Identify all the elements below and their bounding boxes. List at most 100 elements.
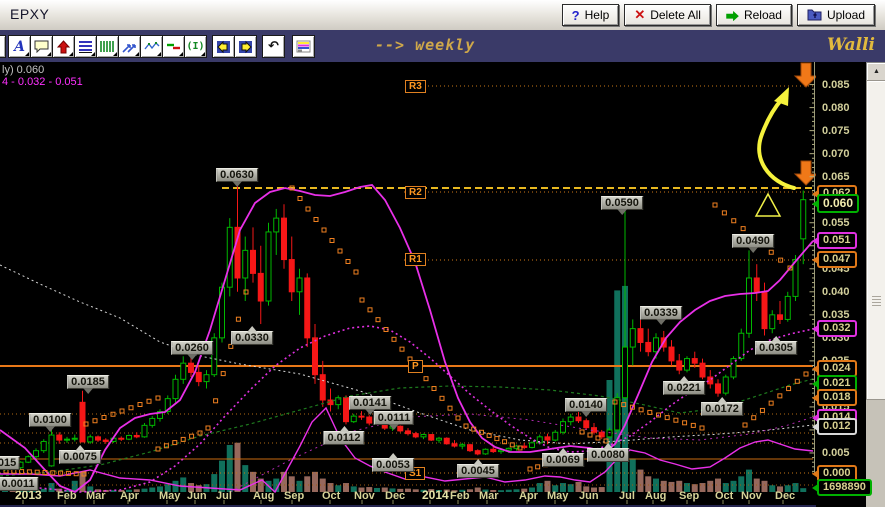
sar-dot [243,289,249,295]
label-pointer [617,209,627,215]
magenta-solid-ma-line [0,184,814,494]
sar-dot [305,206,311,212]
delete-all-button[interactable]: ✕ Delete All [624,4,711,26]
month-label: Apr [519,490,539,502]
label-pointer [389,424,399,430]
price-axis: 0.0050.0100.0150.0200.0250.0300.0350.040… [811,62,872,507]
scrollbar-thumb[interactable] [866,80,885,400]
text-tool-button[interactable]: A [8,35,31,58]
sar-dot [329,238,335,243]
clipped-tool-button[interactable] [0,35,6,58]
sar-dot [587,432,593,438]
sar-dot [119,408,125,414]
month-label: Nov [354,490,376,502]
sar-dot [375,317,381,323]
sar-dot [101,415,107,420]
sar-dot [228,343,234,349]
nav-right-icon [238,40,253,54]
trend-arrows-tool-button[interactable] [118,35,141,58]
axis-tick-label: 0.035 [822,308,850,321]
candle [443,437,450,445]
month-label: Apr [120,490,140,502]
scroll-up-button[interactable]: ▲ [866,62,885,81]
sar-dot [638,407,644,413]
palette-button[interactable] [292,35,315,58]
sar-dot [664,415,670,421]
sar-dot [297,196,303,201]
brackets-tool-button[interactable]: ((I)) [184,35,207,58]
axis-tick-label: 0.005 [822,446,850,459]
candle [48,429,55,467]
candle [451,440,458,448]
volume-bar [668,481,675,492]
charting-app-window: EPXY ? Help ✕ Delete All ⮕ Reload Upload --> w… [0,0,885,507]
sar-dot [189,433,195,439]
candle [482,448,489,455]
swing-label-0.0075: 0.0075 [59,445,101,464]
arrow-up-tool-button[interactable] [52,35,75,58]
candle [366,415,373,426]
vertical-scrollbar[interactable]: ▲ [866,62,885,507]
sar-dot [673,417,679,423]
price-chart-canvas[interactable]: 2013 Feb Mar Apr May Jun Jul Aug Sep Oct Nov Dec 201… [0,62,816,507]
swing-label-0.0185: 0.0185 [67,375,109,394]
candle [436,436,442,443]
candle [405,428,411,436]
axis-tick-label: 0.040 [822,285,850,298]
candle [40,439,47,453]
h-lines-tool-button[interactable] [74,35,97,58]
sar-dot [699,425,705,431]
volume-bar [312,471,318,492]
help-button[interactable]: ? Help [561,4,620,26]
candle [211,333,218,377]
candle [676,353,683,375]
sar-dot [313,217,319,222]
label-pointer [187,354,197,360]
month-label: Jun [579,490,599,502]
candle [288,236,295,302]
candle [753,264,760,302]
month-label: Jul [216,490,232,502]
label-pointer [558,448,568,454]
label-pointer [603,443,613,449]
price-tag-0.018: 0.018 [812,389,857,406]
month-label: Sep [679,490,699,502]
label-pointer [771,336,781,342]
label-pointer [338,426,349,432]
sar-dot [777,393,783,399]
sar-dot [682,420,688,426]
candle [420,433,427,440]
chart-area[interactable]: 2013 Feb Mar Apr May Jun Jul Aug Sep Oct Nov Dec 201… [0,62,885,507]
nav-right-button[interactable] [234,35,257,58]
candle [552,429,559,442]
swing-label-0.0590: 0.0590 [601,196,643,215]
candle [769,310,776,334]
candle [459,442,466,450]
volume-bar [405,488,411,492]
volume-bar [412,489,419,492]
swing-label-0.0305: 0.0305 [755,336,797,355]
month-label: Mar [479,490,499,502]
volume-bar [498,490,504,492]
levels-tool-button[interactable] [162,35,185,58]
reload-button[interactable]: ⮕ Reload [715,4,792,26]
swing-label-0.0100: 0.0100 [29,413,71,432]
sar-dot [439,395,445,401]
label-pointer [75,445,85,451]
undo-button[interactable]: ↶ [262,35,285,58]
sar-dot [367,307,373,313]
candle [474,449,481,456]
upload-button[interactable]: Upload [796,4,875,26]
label-pointer [581,411,591,417]
price-tag-0.012: 0.012 [812,418,857,435]
nav-left-button[interactable] [212,35,235,58]
candles-layer [2,185,807,471]
axis-tick-label: 0.080 [822,101,850,114]
v-bars-tool-button[interactable] [96,35,119,58]
zigzag-tool-button[interactable] [140,35,163,58]
callout-tool-button[interactable] [30,35,53,58]
candle [56,432,63,444]
month-label: Feb [450,490,470,502]
swing-label-0.0260: 0.0260 [171,341,213,360]
month-label: Aug [253,490,274,502]
